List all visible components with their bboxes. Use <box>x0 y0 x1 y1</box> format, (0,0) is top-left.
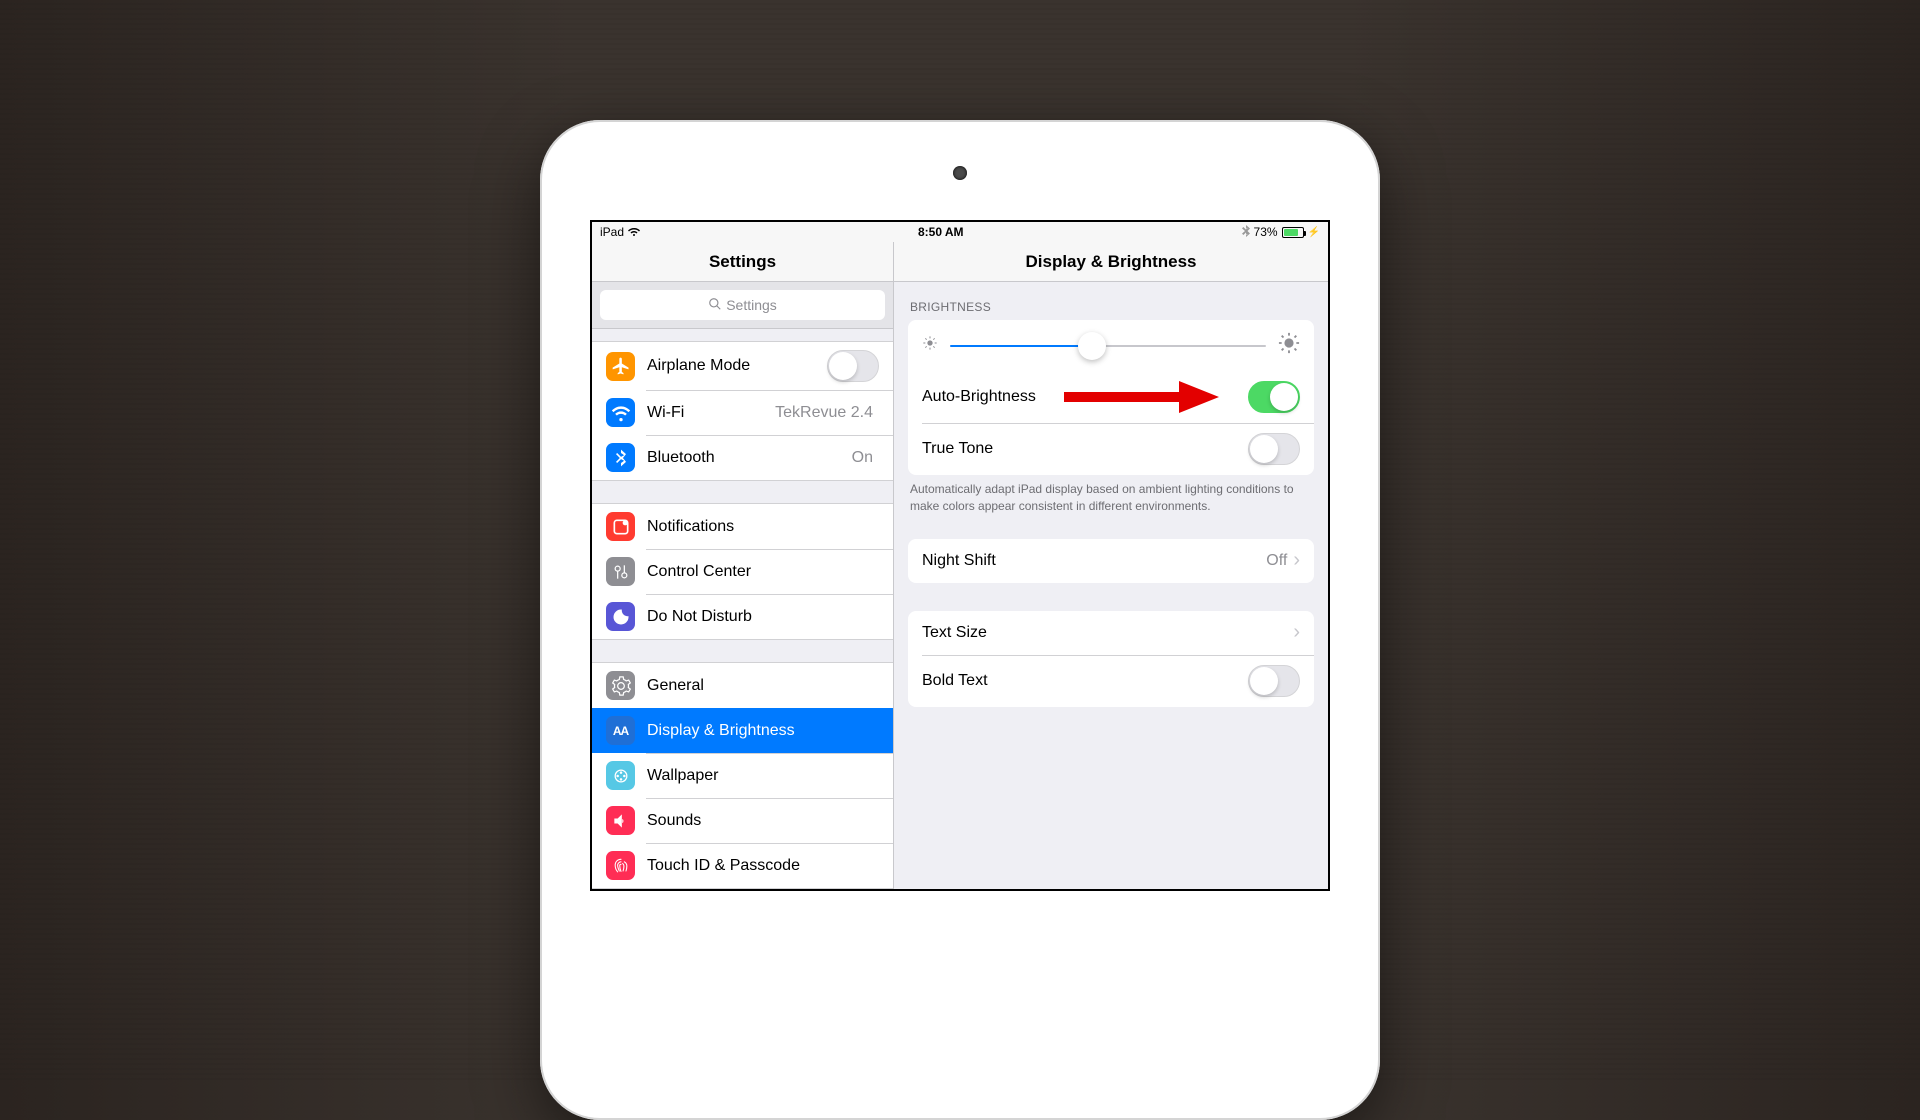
sidebar-item-label: Airplane Mode <box>647 357 827 375</box>
bold-text-toggle[interactable] <box>1248 665 1300 697</box>
battery-icon <box>1282 227 1304 238</box>
sidebar-item-label: Display & Brightness <box>647 722 879 740</box>
true-tone-footer: Automatically adapt iPad display based o… <box>894 475 1328 515</box>
search-input[interactable]: Settings <box>600 290 885 320</box>
control-center-icon <box>606 557 635 586</box>
sidebar-item-label: Control Center <box>647 563 879 581</box>
bluetooth-icon <box>1242 225 1250 240</box>
sidebar-item-label: Wi-Fi <box>647 404 775 422</box>
true-tone-toggle[interactable] <box>1248 433 1300 465</box>
sidebar-item-label: Do Not Disturb <box>647 608 879 626</box>
auto-brightness-row: Auto-Brightness <box>908 371 1314 423</box>
row-label: Auto-Brightness <box>922 388 1248 406</box>
text-size-row[interactable]: Text Size › <box>908 611 1314 655</box>
ipad-device-frame: iPad 8:50 AM 73% ⚡ Settings <box>540 120 1380 1120</box>
sidebar-item-display-brightness[interactable]: AA Display & Brightness <box>592 708 893 753</box>
status-time: 8:50 AM <box>918 225 964 239</box>
sidebar-item-label: Notifications <box>647 518 879 536</box>
sound-icon <box>606 806 635 835</box>
status-bar: iPad 8:50 AM 73% ⚡ <box>592 222 1328 242</box>
detail-title: Display & Brightness <box>894 242 1328 282</box>
sidebar-item-value: TekRevue 2.4 <box>775 404 873 422</box>
true-tone-row: True Tone <box>908 423 1314 475</box>
sidebar-item-airplane-mode[interactable]: Airplane Mode <box>592 342 893 390</box>
night-shift-group: Night Shift Off › <box>908 539 1314 583</box>
wallpaper-icon <box>606 761 635 790</box>
sidebar-title: Settings <box>592 242 893 282</box>
charging-icon: ⚡ <box>1308 227 1320 238</box>
sidebar-item-label: Wallpaper <box>647 767 879 785</box>
sun-small-icon <box>922 335 938 356</box>
sidebar-item-value: On <box>852 449 873 467</box>
chevron-right-icon: › <box>1293 621 1300 644</box>
bluetooth-icon <box>606 443 635 472</box>
section-header-brightness: BRIGHTNESS <box>894 282 1328 320</box>
detail-panel: Display & Brightness BRIGHTNESS <box>894 242 1328 889</box>
sidebar-item-general[interactable]: General <box>592 663 893 708</box>
notifications-icon <box>606 512 635 541</box>
wifi-icon <box>628 225 640 240</box>
front-camera <box>953 166 967 180</box>
text-group: Text Size › Bold Text <box>908 611 1314 707</box>
settings-sidebar: Settings Settings Airpla <box>592 242 894 889</box>
sidebar-item-wallpaper[interactable]: Wallpaper <box>592 753 893 798</box>
sidebar-group: Airplane Mode Wi-Fi TekRevue 2.4 <box>592 341 893 481</box>
sidebar-item-notifications[interactable]: Notifications <box>592 504 893 549</box>
slider-thumb[interactable] <box>1078 332 1106 360</box>
aa-icon: AA <box>606 716 635 745</box>
sidebar-item-bluetooth[interactable]: Bluetooth On <box>592 435 893 480</box>
sidebar-item-label: Bluetooth <box>647 449 852 467</box>
brightness-group: Auto-Brightness True Tone <box>908 320 1314 475</box>
sidebar-item-label: General <box>647 677 879 695</box>
bold-text-row: Bold Text <box>908 655 1314 707</box>
battery-percent: 73% <box>1254 225 1278 239</box>
row-label: Bold Text <box>922 672 1248 690</box>
row-label: Night Shift <box>922 552 1266 570</box>
sidebar-item-do-not-disturb[interactable]: Do Not Disturb <box>592 594 893 639</box>
night-shift-row[interactable]: Night Shift Off › <box>908 539 1314 583</box>
brightness-slider[interactable] <box>950 345 1266 347</box>
wifi-icon <box>606 398 635 427</box>
row-value: Off <box>1266 552 1287 570</box>
brightness-slider-row <box>908 320 1314 371</box>
touchid-icon <box>606 851 635 880</box>
sidebar-item-label: Touch ID & Passcode <box>647 857 879 875</box>
moon-icon <box>606 602 635 631</box>
search-icon <box>708 297 722 314</box>
gear-icon <box>606 671 635 700</box>
sun-large-icon <box>1278 332 1300 359</box>
sidebar-item-sounds[interactable]: Sounds <box>592 798 893 843</box>
device-label: iPad <box>600 225 624 239</box>
airplane-icon <box>606 352 635 381</box>
sidebar-item-control-center[interactable]: Control Center <box>592 549 893 594</box>
sidebar-item-wifi[interactable]: Wi-Fi TekRevue 2.4 <box>592 390 893 435</box>
screen: iPad 8:50 AM 73% ⚡ Settings <box>590 220 1330 891</box>
sidebar-group: Notifications Control Center Do Not Dist… <box>592 503 893 640</box>
sidebar-group: General AA Display & Brightness Wallpape… <box>592 662 893 889</box>
auto-brightness-toggle[interactable] <box>1248 381 1300 413</box>
row-label: Text Size <box>922 624 1293 642</box>
row-label: True Tone <box>922 440 1248 458</box>
airplane-toggle[interactable] <box>827 350 879 382</box>
chevron-right-icon: › <box>1293 549 1300 572</box>
sidebar-item-label: Sounds <box>647 812 879 830</box>
sidebar-item-touchid[interactable]: Touch ID & Passcode <box>592 843 893 888</box>
search-placeholder: Settings <box>726 297 777 313</box>
